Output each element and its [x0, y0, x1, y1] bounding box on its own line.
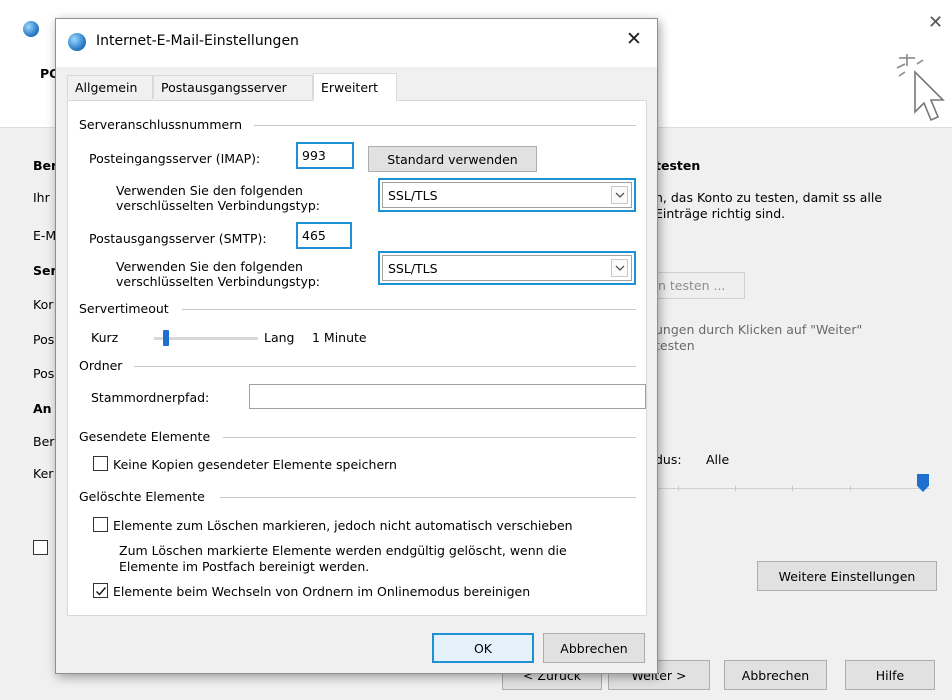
- timeout-value: 1 Minute: [312, 330, 367, 345]
- tab-outgoing-server[interactable]: Postausgangsserver: [153, 75, 313, 99]
- account-window-icon: [23, 21, 39, 37]
- test-account-button[interactable]: n testen ...: [645, 272, 745, 299]
- chevron-down-icon[interactable]: [611, 186, 628, 204]
- deletion-note-line2: Elemente im Postfach bereinigt werden.: [119, 559, 370, 574]
- sent-items-group-title: Gesendete Elemente: [79, 429, 215, 444]
- bg-label-9: Ber: [33, 434, 55, 449]
- account-window-close-icon[interactable]: ✕: [928, 14, 943, 32]
- smtp-encryption-select[interactable]: SSL/TLS: [378, 251, 636, 285]
- group-divider: [223, 437, 636, 438]
- help-button[interactable]: Hilfe: [845, 660, 935, 690]
- imap-encryption-value: SSL/TLS: [388, 188, 438, 203]
- smtp-encryption-value: SSL/TLS: [388, 261, 438, 276]
- purge-items-label: Elemente beim Wechseln von Ordnern im On…: [113, 584, 531, 599]
- imap-port-value: 993: [302, 148, 326, 163]
- smtp-port-label: Postausgangsserver (SMTP):: [89, 231, 267, 246]
- imap-encryption-label-line1: Verwenden Sie den folgenden: [116, 183, 303, 198]
- server-timeout-group-title: Servertimeout: [79, 301, 173, 316]
- imap-encryption-box: SSL/TLS: [382, 182, 632, 208]
- imap-encryption-label-line2: verschlüsselten Verbindungstyp:: [116, 198, 321, 213]
- test-settings-text: n, das Konto zu testen, damit ss alle Ei…: [655, 190, 883, 221]
- ok-button[interactable]: OK: [432, 633, 534, 663]
- more-settings-button[interactable]: Weitere Einstellungen: [757, 561, 937, 591]
- bg-label-6: Pos: [33, 332, 55, 347]
- folders-group-title: Ordner: [79, 358, 127, 373]
- test-settings-heading: testen: [655, 158, 701, 173]
- offline-mode-value: Alle: [706, 452, 730, 467]
- mark-for-deletion-label: Elemente zum Löschen markieren, jedoch n…: [113, 518, 573, 533]
- deletion-note-line1: Zum Löschen markierte Elemente werden en…: [119, 543, 567, 558]
- offline-mode-slider-track[interactable]: [645, 488, 930, 489]
- mouse-cursor-sparkle-icon: [896, 54, 945, 122]
- smtp-encryption-box: SSL/TLS: [382, 255, 632, 281]
- root-folder-input[interactable]: [249, 384, 646, 409]
- advanced-tab-panel: Serveranschlussnummern Posteingangsserve…: [67, 100, 647, 616]
- bg-label-5: Kor: [33, 297, 54, 312]
- timeout-slider-thumb[interactable]: [163, 330, 169, 346]
- checkmark-icon: [96, 587, 107, 596]
- imap-port-label: Posteingangsserver (IMAP):: [89, 151, 261, 166]
- bg-label-4: Ser: [33, 263, 57, 278]
- deleted-items-group-title: Gelöschte Elemente: [79, 489, 209, 504]
- chevron-down-icon[interactable]: [611, 259, 628, 277]
- wizard-cancel-button[interactable]: Abbrechen: [724, 660, 827, 690]
- bg-label-1: Ber: [33, 158, 58, 173]
- slider-tick: [850, 486, 851, 491]
- smtp-port-input[interactable]: 465: [296, 222, 352, 249]
- group-divider: [182, 309, 636, 310]
- offline-mode-label: dus:: [655, 452, 682, 467]
- bg-label-8: An: [33, 401, 52, 416]
- slider-tick: [735, 486, 736, 491]
- dialog-title: Internet-E-Mail-Einstellungen: [96, 33, 299, 49]
- no-sent-copies-label: Keine Kopien gesendeter Elemente speiche…: [113, 457, 397, 472]
- imap-encryption-select[interactable]: SSL/TLS: [378, 178, 636, 212]
- use-default-button[interactable]: Standard verwenden: [368, 146, 537, 172]
- cancel-button[interactable]: Abbrechen: [543, 633, 645, 663]
- smtp-encryption-label-line1: Verwenden Sie den folgenden: [116, 259, 303, 274]
- group-divider: [134, 366, 636, 367]
- internet-email-settings-dialog: Internet-E-Mail-Einstellungen ✕ Allgemei…: [55, 18, 658, 674]
- timeout-long-label: Lang: [264, 330, 295, 345]
- bg-checkbox[interactable]: [33, 540, 48, 555]
- offline-mode-slider-thumb[interactable]: [917, 474, 929, 492]
- no-sent-copies-checkbox[interactable]: [93, 456, 108, 471]
- slider-tick: [678, 486, 679, 491]
- dialog-close-icon[interactable]: ✕: [626, 30, 642, 49]
- imap-port-input[interactable]: 993: [296, 142, 354, 169]
- group-divider: [220, 497, 636, 498]
- smtp-port-value: 465: [302, 228, 326, 243]
- timeout-short-label: Kurz: [91, 330, 119, 345]
- tab-advanced[interactable]: Erweitert: [313, 73, 397, 101]
- outlook-globe-icon: [68, 33, 86, 51]
- group-divider: [254, 125, 636, 126]
- mark-for-deletion-checkbox[interactable]: [93, 517, 108, 532]
- purge-items-checkbox[interactable]: [93, 583, 108, 598]
- tab-general[interactable]: Allgemein: [67, 75, 153, 99]
- bg-label-10: Ker: [33, 466, 54, 481]
- bg-label-7: Pos: [33, 366, 55, 381]
- test-hint-text: ungen durch Klicken auf "Weiter" testen: [655, 322, 863, 353]
- bg-label-2: Ihr: [33, 190, 50, 205]
- slider-tick: [792, 486, 793, 491]
- root-folder-label: Stammordnerpfad:: [91, 390, 210, 405]
- dialog-titlebar: Internet-E-Mail-Einstellungen ✕: [56, 19, 657, 67]
- bg-label-3: E-M: [33, 228, 57, 243]
- server-ports-group-title: Serveranschlussnummern: [79, 117, 247, 132]
- smtp-encryption-label-line2: verschlüsselten Verbindungstyp:: [116, 274, 321, 289]
- timeout-slider-track[interactable]: [154, 337, 258, 340]
